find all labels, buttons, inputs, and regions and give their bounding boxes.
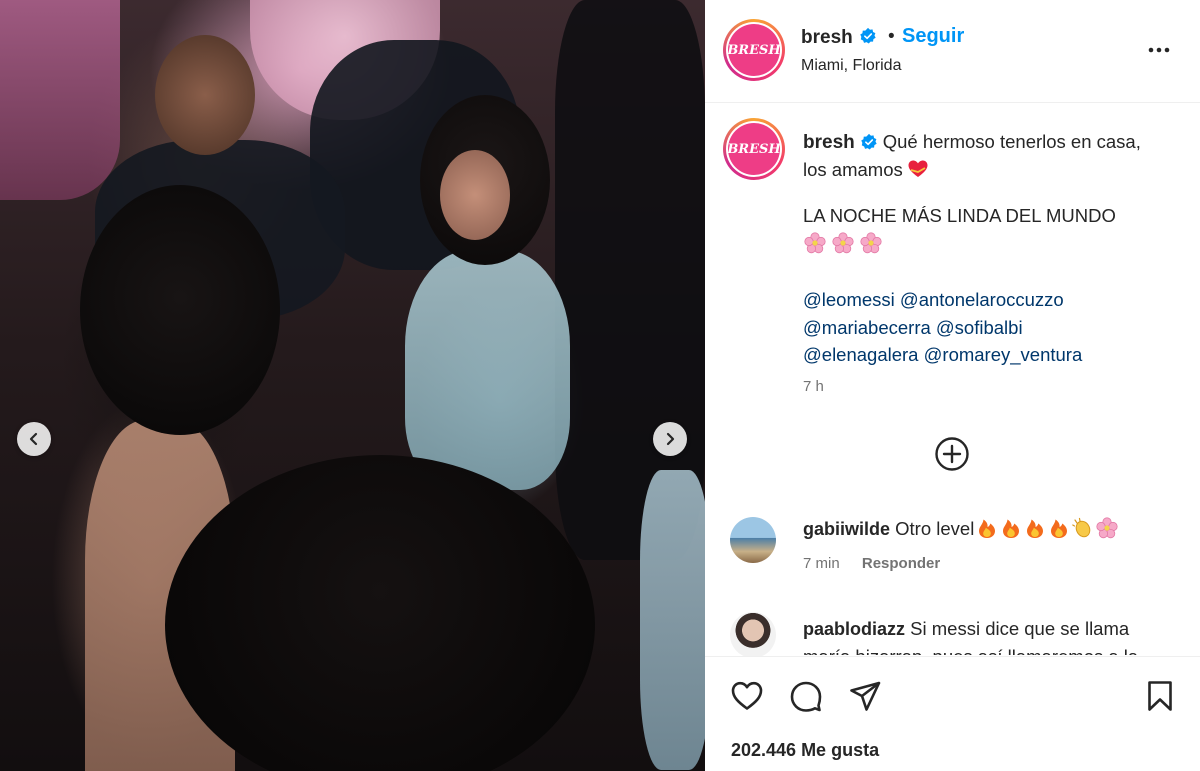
carousel-prev-button[interactable] [17, 422, 51, 456]
caption-brand-logo: BRESH [727, 123, 781, 175]
caption-avatar-inner: BRESH [726, 121, 782, 177]
cherry-blossom-icon [860, 232, 882, 254]
chevron-right-icon [666, 432, 675, 446]
comment-timestamp: 7 min [803, 555, 840, 572]
comment: gabiiwilde Otro level [803, 517, 1118, 540]
post-side-panel: BRESH bresh • Seguir Miami, Florida BRES… [705, 0, 1200, 771]
caption-timestamp: 7 h [803, 378, 824, 395]
header-separator: • [888, 26, 895, 47]
fire-icon [1051, 519, 1068, 538]
heart-outline-icon[interactable] [730, 679, 764, 713]
comment: paablodiazz Si messi dice que se llama m… [803, 615, 1175, 655]
comment-meta: 7 min Responder [803, 555, 940, 572]
comment-username[interactable]: gabiiwilde [803, 519, 890, 539]
verified-icon [860, 27, 876, 44]
verified-badge [855, 27, 877, 47]
caption-flowers [804, 232, 882, 254]
photo-background-curtain [0, 0, 120, 200]
photo-person-smiling [155, 35, 255, 155]
post-location[interactable]: Miami, Florida [801, 57, 901, 75]
caption-username[interactable]: bresh [803, 132, 855, 153]
carousel-next-button[interactable] [653, 422, 687, 456]
photo-person-jeans-right [640, 470, 705, 770]
mention-link[interactable]: @antonelaroccuzzo [900, 289, 1064, 310]
account-avatar[interactable]: BRESH [723, 19, 785, 81]
verified-icon [861, 133, 877, 150]
post-photo[interactable] [0, 0, 705, 771]
mention-link[interactable]: @romarey_ventura [924, 344, 1083, 365]
flower-icon [1096, 517, 1118, 539]
comment-username[interactable]: paablodiazz [803, 619, 905, 639]
mention-link[interactable]: @sofibalbi [936, 317, 1023, 338]
heart-ribbon-icon [908, 160, 928, 177]
mention-link[interactable]: @leomessi [803, 289, 895, 310]
post-actions: 202.446 Me gusta [705, 656, 1200, 771]
photo-denim-top [405, 250, 570, 490]
account-username[interactable]: bresh [801, 27, 853, 49]
caption-avatar[interactable]: BRESH [723, 118, 785, 180]
cherry-blossom-icon [832, 232, 854, 254]
cherry-blossom-icon [804, 232, 826, 254]
comment-avatar[interactable] [730, 612, 776, 658]
caption-mentions: @leomessi @antonelaroccuzzo @mariabecerr… [803, 286, 1143, 369]
comment-avatar[interactable] [730, 517, 776, 563]
likes-count[interactable]: 202.446 Me gusta [731, 740, 879, 761]
mention-link[interactable]: @elenagalera [803, 344, 918, 365]
mention-link[interactable]: @mariabecerra [803, 317, 931, 338]
chevron-left-icon [29, 432, 38, 446]
bookmark-icon[interactable] [1143, 679, 1177, 713]
caption-text: bresh Qué hermoso tenerlos en casa, los … [803, 128, 1143, 183]
clap-icon [1072, 517, 1091, 538]
load-more-comments-icon[interactable] [934, 436, 970, 472]
photo-center-face [440, 150, 510, 240]
instagram-post: BRESH bresh • Seguir Miami, Florida BRES… [0, 0, 1200, 771]
paper-plane-icon[interactable] [848, 679, 882, 713]
comment-text: Otro level [895, 518, 975, 539]
fire-icon [1003, 519, 1020, 538]
follow-button[interactable]: Seguir [902, 25, 964, 48]
brand-logo: BRESH [727, 24, 781, 76]
post-header: BRESH bresh • Seguir Miami, Florida [705, 0, 1200, 103]
avatar-inner: BRESH [726, 22, 782, 78]
reply-button[interactable]: Responder [862, 555, 940, 572]
fire-icon [1027, 519, 1044, 538]
caption-line2: LA NOCHE MÁS LINDA DEL MUNDO [803, 205, 1116, 226]
more-options-icon[interactable] [1146, 37, 1172, 63]
fire-icon [979, 519, 996, 538]
comment-emojis [976, 517, 1118, 539]
comment-icon[interactable] [789, 679, 823, 713]
photo-foreground-head [165, 455, 595, 771]
photo-left-girl-hair [80, 185, 280, 435]
